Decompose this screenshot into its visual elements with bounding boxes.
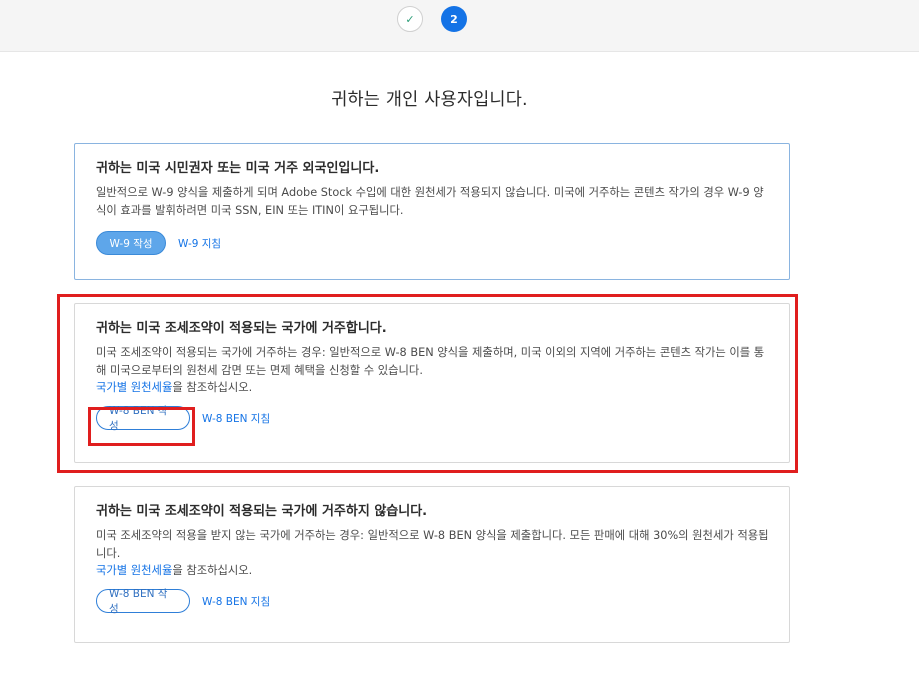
card-non-treaty-country: 귀하는 미국 조세조약이 적용되는 국가에 거주하지 않습니다. 미국 조세조약… bbox=[74, 486, 790, 643]
card-description: 미국 조세조약의 적용을 받지 않는 국가에 거주하는 경우: 일반적으로 W-… bbox=[96, 529, 769, 560]
card-us-citizen: 귀하는 미국 시민권자 또는 미국 거주 외국인입니다. 일반적으로 W-9 양… bbox=[74, 143, 790, 280]
step-2-current[interactable]: 2 bbox=[441, 6, 467, 32]
card-title: 귀하는 미국 시민권자 또는 미국 거주 외국인입니다. bbox=[96, 161, 380, 176]
card-link-line: 국가별 원천세율을 참조하십시오. bbox=[96, 562, 769, 580]
card-description: 일반적으로 W-9 양식을 제출하게 되며 Adobe Stock 수입에 대한… bbox=[96, 186, 764, 217]
w8ben-guide-link[interactable]: W-8 BEN 지침 bbox=[202, 594, 270, 609]
step-2-number: 2 bbox=[450, 12, 458, 26]
country-tax-rate-link[interactable]: 국가별 원천세율 bbox=[96, 381, 172, 394]
w9-fill-button[interactable]: W-9 작성 bbox=[96, 231, 166, 255]
card-title: 귀하는 미국 조세조약이 적용되는 국가에 거주하지 않습니다. bbox=[96, 504, 428, 519]
card-description: 미국 조세조약이 적용되는 국가에 거주하는 경우: 일반적으로 W-8 BEN… bbox=[96, 346, 765, 377]
w8ben-guide-link[interactable]: W-8 BEN 지침 bbox=[202, 411, 270, 426]
stepper-bar: ✓ 2 bbox=[0, 0, 919, 52]
step-1-complete[interactable]: ✓ bbox=[397, 6, 423, 32]
card-treaty-country: 귀하는 미국 조세조약이 적용되는 국가에 거주합니다. 미국 조세조약이 적용… bbox=[74, 303, 790, 463]
card-link-suffix: 을 참조하십시오. bbox=[172, 381, 253, 394]
card-title: 귀하는 미국 조세조약이 적용되는 국가에 거주합니다. bbox=[96, 321, 387, 336]
card-actions: W-9 작성 W-9 지침 bbox=[96, 231, 769, 255]
card-actions: W-8 BEN 작성 W-8 BEN 지침 bbox=[96, 405, 769, 432]
card-actions: W-8 BEN 작성 W-8 BEN 지침 bbox=[96, 588, 769, 615]
card-link-line: 국가별 원천세율을 참조하십시오. bbox=[96, 379, 769, 397]
w8ben-fill-button[interactable]: W-8 BEN 작성 bbox=[96, 405, 190, 432]
country-tax-rate-link[interactable]: 국가별 원천세율 bbox=[96, 564, 172, 577]
w8ben-fill-button[interactable]: W-8 BEN 작성 bbox=[96, 588, 190, 615]
card-link-suffix: 을 참조하십시오. bbox=[172, 564, 253, 577]
check-icon: ✓ bbox=[405, 12, 415, 26]
w9-guide-link[interactable]: W-9 지침 bbox=[178, 236, 221, 251]
page-title: 귀하는 개인 사용자입니다. bbox=[331, 90, 528, 110]
